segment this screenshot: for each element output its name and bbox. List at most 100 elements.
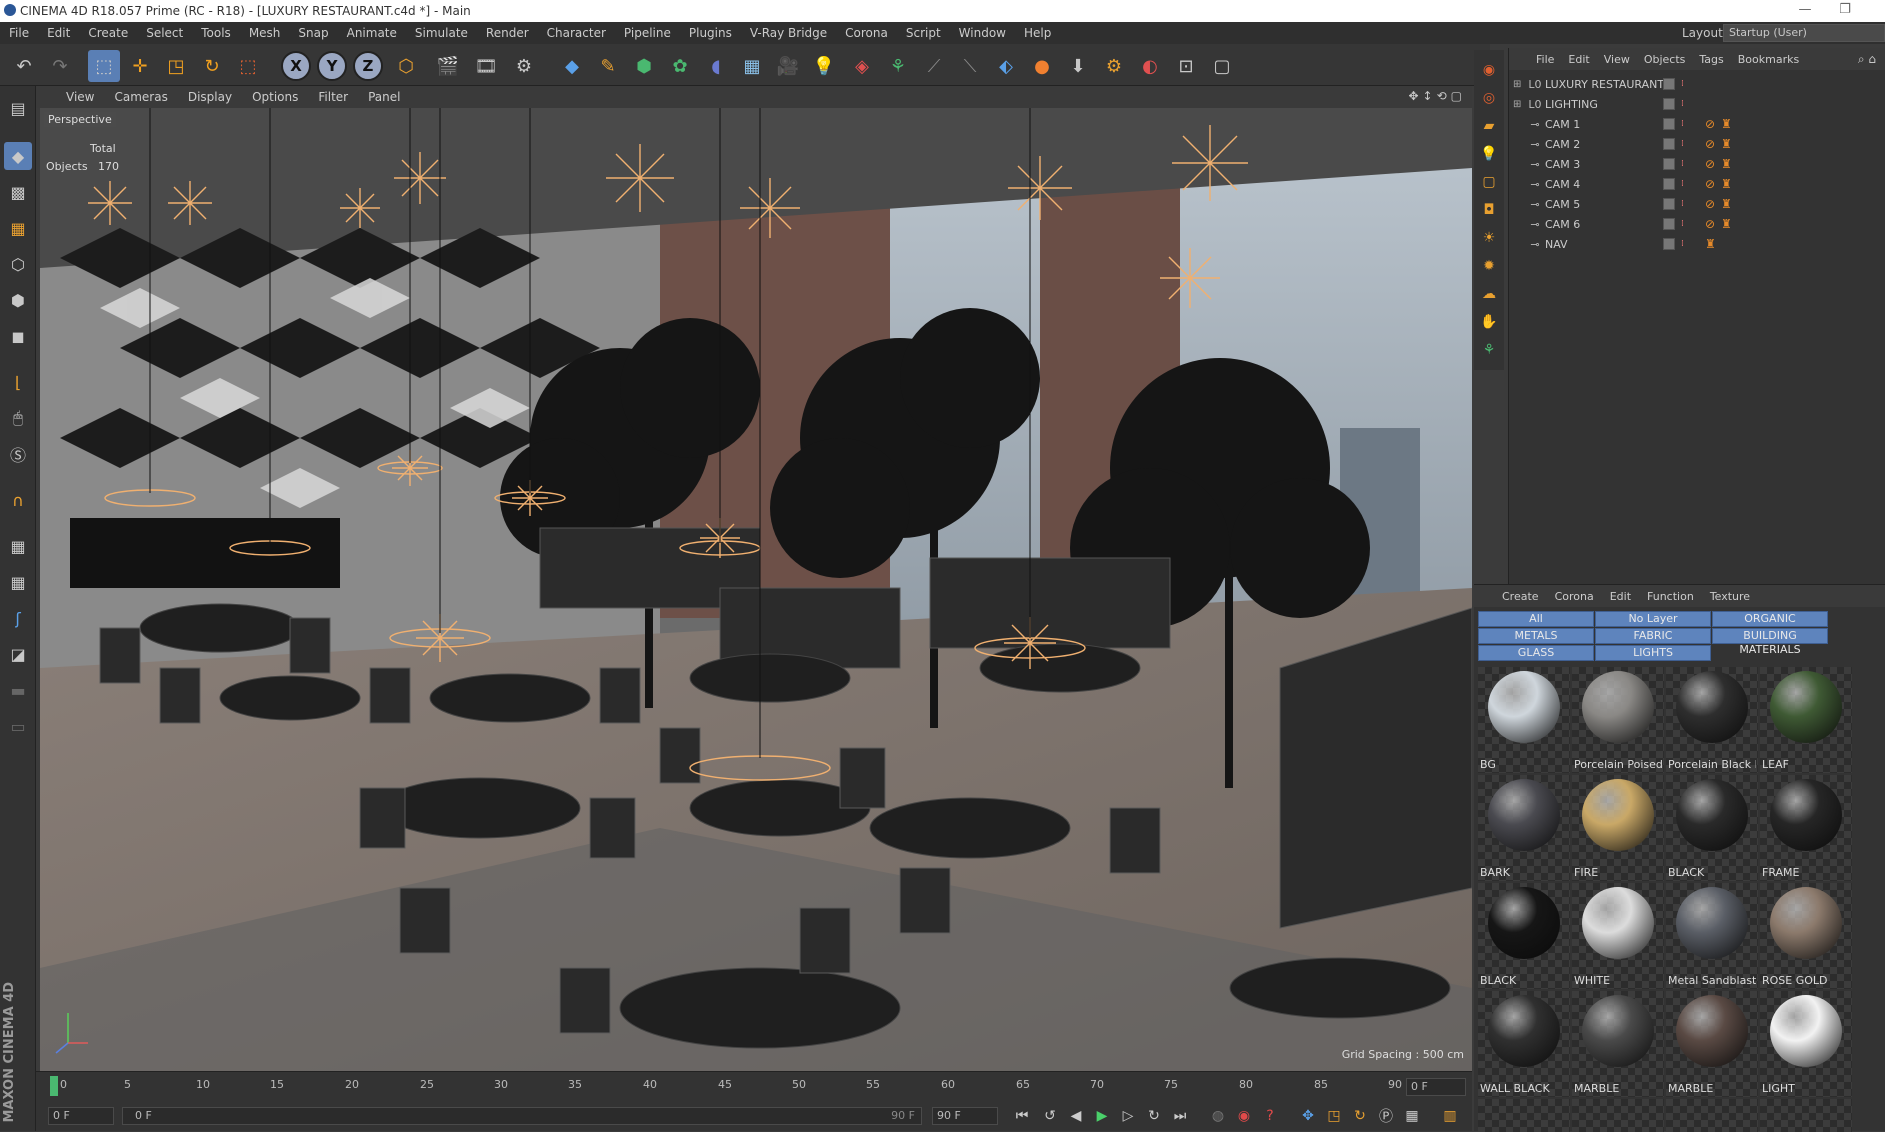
menu-corona[interactable]: Corona (836, 26, 897, 40)
redo-icon[interactable]: ↷ (44, 50, 76, 82)
material-swatch[interactable]: LIGHT (1760, 991, 1852, 1097)
floor-icon[interactable]: ▦ (736, 50, 768, 82)
mm-menu-corona[interactable]: Corona (1547, 590, 1602, 603)
restore-icon[interactable]: ❐ (1835, 2, 1855, 20)
planar-workplane-icon[interactable]: ▬ (4, 676, 32, 704)
corona-camera-tag-icon[interactable]: ♜ (1721, 197, 1732, 211)
corona-sky-icon[interactable]: ☀ (1477, 226, 1501, 250)
go-to-start-icon[interactable]: ⏮ (1010, 1105, 1034, 1127)
recent-tools-icon[interactable]: ⬚ (232, 50, 264, 82)
visibility-toggle[interactable] (1663, 138, 1675, 150)
om-menu-tags[interactable]: Tags (1692, 53, 1730, 66)
om-menu-view[interactable]: View (1597, 53, 1637, 66)
viewport-camera-label[interactable]: Perspective (44, 112, 116, 127)
paint-icon[interactable]: ◪ (4, 640, 32, 668)
sculpt-icon[interactable]: ʃ (4, 604, 32, 632)
object-row[interactable]: ⊞ L0 LUXURY RESTAURANT ⁞ (1509, 74, 1885, 94)
corona-camera-tag-icon[interactable]: ♜ (1721, 177, 1732, 191)
material-swatch[interactable]: MARBLE (1572, 991, 1664, 1097)
rotation-key-icon[interactable]: ↻ (1348, 1105, 1372, 1127)
protection-tag-icon[interactable]: ⊘ (1705, 157, 1715, 171)
current-frame-field[interactable]: 0 F (1406, 1078, 1466, 1096)
menu-vray-bridge[interactable]: V-Ray Bridge (741, 26, 836, 40)
corona-settings-icon[interactable]: ⚙ (1098, 50, 1130, 82)
layer-tab-lights[interactable]: LIGHTS (1595, 645, 1711, 661)
material-swatch-partial[interactable] (1572, 1099, 1664, 1132)
solo-icon[interactable]: Ⓢ (4, 440, 32, 468)
protection-tag-icon[interactable]: ⊘ (1705, 197, 1715, 211)
object-row[interactable]: ⊸ CAM 4 ⁞ ⊘ ♜ (1509, 174, 1885, 194)
visibility-dots[interactable]: ⁞ (1681, 79, 1684, 89)
menu-plugins[interactable]: Plugins (680, 26, 741, 40)
layer-tab-fabric[interactable]: FABRIC (1595, 628, 1711, 644)
bend-icon[interactable]: ◖ (700, 50, 732, 82)
corona-proxy-icon[interactable]: ▰ (1477, 114, 1501, 138)
corona-material-icon[interactable]: ● (1026, 50, 1058, 82)
corona-camera-tag-icon[interactable]: ♜ (1721, 217, 1732, 231)
menu-render[interactable]: Render (477, 26, 538, 40)
material-swatch-partial[interactable] (1666, 1099, 1758, 1132)
mm-menu-edit[interactable]: Edit (1602, 590, 1639, 603)
play-icon[interactable]: ▶ (1090, 1105, 1114, 1127)
material-swatch[interactable]: Porcelain Poised (1572, 667, 1664, 773)
polygons-mode-icon[interactable]: ◼ (4, 322, 32, 350)
model-mode-icon[interactable]: ◆ (4, 142, 32, 170)
timeline-window-icon[interactable]: ▥ (1438, 1105, 1462, 1127)
menu-tools[interactable]: Tools (192, 26, 240, 40)
rotate-icon[interactable]: ↻ (196, 50, 228, 82)
layer-tab-glass[interactable]: GLASS (1478, 645, 1594, 661)
corona-camera-tag-icon[interactable]: ♜ (1705, 237, 1716, 251)
material-swatch[interactable]: BLACK (1666, 775, 1758, 881)
corona-render-icon[interactable]: ⬇ (1062, 50, 1094, 82)
corona-camera-tag-icon[interactable]: ♜ (1721, 137, 1732, 151)
layout-select[interactable]: Startup (User) (1723, 24, 1885, 42)
corona-node-icon[interactable]: ⚘ (1477, 338, 1501, 362)
visibility-dots[interactable]: ⁞ (1681, 139, 1684, 149)
visibility-dots[interactable]: ⁞ (1681, 179, 1684, 189)
texture-mode-icon[interactable]: ▩ (4, 178, 32, 206)
mm-menu-texture[interactable]: Texture (1702, 590, 1758, 603)
record-keys-icon[interactable]: ◍ (1206, 1105, 1230, 1127)
light-icon[interactable]: 💡 (808, 50, 840, 82)
locked-workplane-icon[interactable]: ▭ (4, 712, 32, 740)
material-swatch[interactable]: WALL BLACK (1478, 991, 1570, 1097)
material-swatch[interactable]: BARK (1478, 775, 1570, 881)
points-mode-icon[interactable]: ⬡ (4, 250, 32, 278)
visibility-toggle[interactable] (1663, 158, 1675, 170)
layer-tab-all[interactable]: All (1478, 611, 1594, 627)
cube-icon[interactable]: ◆ (556, 50, 588, 82)
layer-tab-organic[interactable]: ORGANIC (1712, 611, 1828, 627)
corona-camera-icon[interactable]: ◘ (1477, 198, 1501, 222)
z-axis-lock-button[interactable]: Z (352, 50, 384, 82)
object-row[interactable]: ⊸ CAM 3 ⁞ ⊘ ♜ (1509, 154, 1885, 174)
make-editable-icon[interactable]: ▤ (4, 94, 32, 122)
visibility-toggle[interactable] (1663, 98, 1675, 110)
object-row[interactable]: ⊞ L0 LIGHTING ⁞ (1509, 94, 1885, 114)
visibility-dots[interactable]: ⁞ (1681, 239, 1684, 249)
live-selection-icon[interactable]: ⬚ (88, 50, 120, 82)
menu-mesh[interactable]: Mesh (240, 26, 290, 40)
material-swatch[interactable]: FRAME (1760, 775, 1852, 881)
visibility-toggle[interactable] (1663, 198, 1675, 210)
visibility-dots[interactable]: ⁞ (1681, 99, 1684, 109)
playhead[interactable] (50, 1076, 58, 1096)
om-menu-edit[interactable]: Edit (1561, 53, 1596, 66)
workplane-grid-icon[interactable]: ▦ (4, 532, 32, 560)
pla-key-icon[interactable]: ▦ (1400, 1105, 1424, 1127)
material-swatch-partial[interactable] (1760, 1099, 1852, 1132)
vp-menu-filter[interactable]: Filter (308, 90, 358, 104)
corona-light-icon[interactable]: ◉ (1477, 58, 1501, 82)
corona-camera-tag-icon[interactable]: ♜ (1721, 157, 1732, 171)
menu-edit[interactable]: Edit (38, 26, 79, 40)
menu-select[interactable]: Select (137, 26, 192, 40)
corona-frame-icon[interactable]: ▢ (1477, 170, 1501, 194)
end-frame-field[interactable]: 90 F (932, 1107, 998, 1125)
material-swatch[interactable]: ROSE GOLD (1760, 883, 1852, 989)
viewport-navigation-icons[interactable]: ✥↕⟲▢ (1408, 89, 1466, 103)
menu-character[interactable]: Character (538, 26, 615, 40)
color-picker-icon[interactable]: ◐ (1134, 50, 1166, 82)
corona-hand-icon[interactable]: ✋ (1477, 310, 1501, 334)
snap-icon[interactable]: ⟋ (918, 50, 950, 82)
object-row[interactable]: ⊸ CAM 6 ⁞ ⊘ ♜ (1509, 214, 1885, 234)
array-icon[interactable]: ✿ (664, 50, 696, 82)
